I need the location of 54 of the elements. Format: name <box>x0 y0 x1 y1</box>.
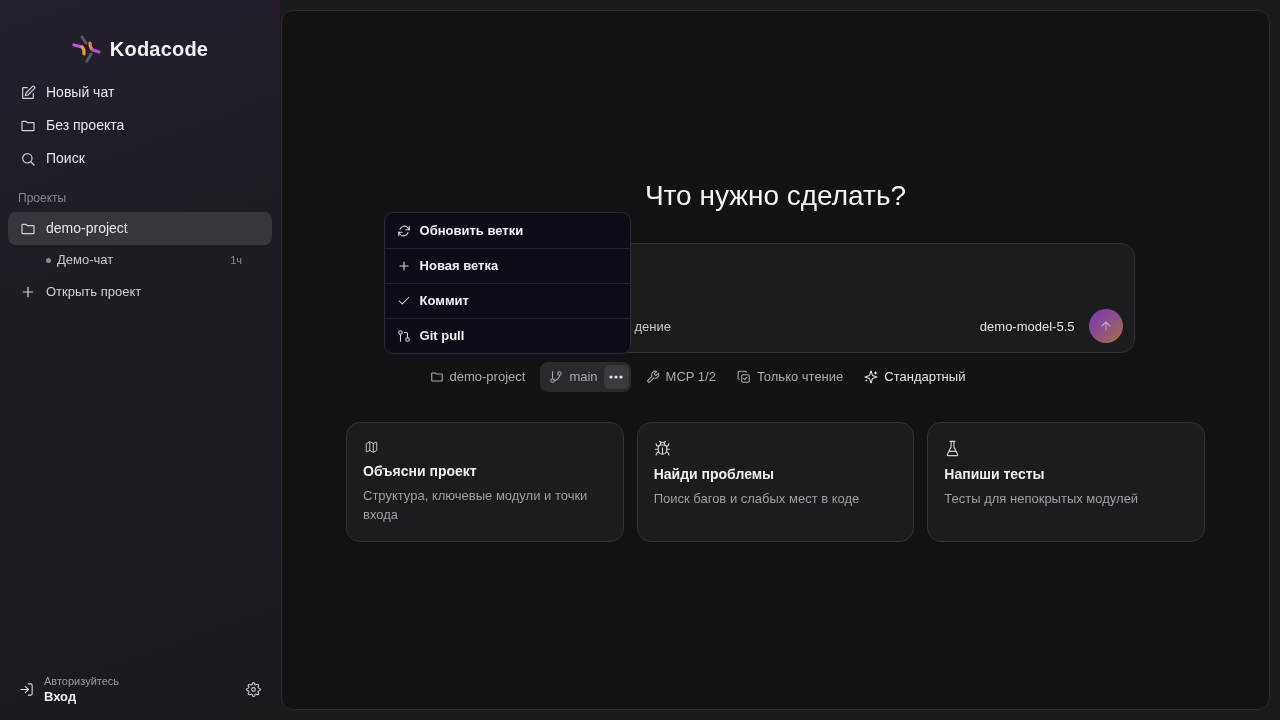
branch-icon <box>549 370 564 384</box>
login-hint: Авторизуйтесь <box>44 674 120 689</box>
project-item[interactable]: demo-project <box>8 212 272 245</box>
permissions-chip[interactable]: Только чтение <box>730 362 850 392</box>
chat-time: 1ч <box>230 252 242 268</box>
plus-icon <box>396 259 411 273</box>
composer-text: дение <box>634 317 671 336</box>
map-icon <box>363 440 380 454</box>
card-title: Напиши тесты <box>944 465 1045 484</box>
project-chip[interactable]: demo-project <box>423 362 532 392</box>
suggestion-card[interactable]: Найди проблемы Поиск багов и слабых мест в коде <box>636 422 915 542</box>
send-button[interactable] <box>1088 309 1123 343</box>
chat-title: Демо-чат <box>57 251 115 270</box>
mode-chip[interactable]: Стандартный <box>858 362 972 392</box>
suggestion-card[interactable]: Напиши тесты Тесты для непокрытых модулей <box>927 422 1205 542</box>
page-heading: Что нужно сделать? <box>644 179 907 213</box>
card-title: Найди проблемы <box>653 465 775 484</box>
settings-button[interactable] <box>246 681 261 697</box>
more-button[interactable] <box>603 365 629 389</box>
edit-icon <box>20 84 36 101</box>
section-title: Проекты <box>17 190 68 206</box>
card-description: Поиск багов и слабых мест в коде <box>653 490 860 508</box>
dot-icon <box>46 257 51 263</box>
card-description: Тесты для непокрытых модулей <box>944 490 1139 508</box>
card-title: Объясни проект <box>363 462 477 481</box>
folder-icon <box>429 370 444 384</box>
bug-icon <box>653 440 671 457</box>
logo-text: Kodacode <box>109 37 209 62</box>
menu-item[interactable]: Git pull <box>384 318 630 353</box>
pull-request-icon <box>396 329 411 343</box>
sidebar-item[interactable]: Поиск <box>8 142 272 175</box>
sparkles-icon <box>864 370 879 384</box>
settings-icon <box>246 681 261 697</box>
sidebar-item[interactable]: Новый чат <box>8 76 272 109</box>
menu-item[interactable]: Коммит <box>384 283 630 318</box>
card-description: Структура, ключевые модули и точки входа <box>363 487 589 524</box>
mcp-chip[interactable]: MCP 1/2 <box>639 362 722 392</box>
suggestion-card[interactable]: Объясни проект Структура, ключевые модули и точки входа <box>346 422 624 542</box>
arrow-up-icon <box>1098 319 1113 333</box>
more-icon <box>609 375 624 379</box>
login-link[interactable]: Вход <box>44 689 120 704</box>
menu-item[interactable]: Новая ветка <box>384 248 630 283</box>
search-icon <box>20 150 36 167</box>
check-icon <box>396 294 411 308</box>
refresh-icon <box>396 223 411 238</box>
chat-item[interactable]: Демо-чат 1ч <box>8 245 272 275</box>
model-selector[interactable]: demo-model-5.5 <box>973 316 1081 336</box>
sidebar-item[interactable]: Без проекта <box>8 109 272 142</box>
logo-icon <box>71 35 102 63</box>
wrench-icon <box>645 370 660 384</box>
open-project-button[interactable]: Открыть проект <box>8 275 272 308</box>
checklist-icon <box>736 370 751 384</box>
branch-button[interactable]: main <box>543 362 604 392</box>
sign-in-icon <box>19 681 34 697</box>
